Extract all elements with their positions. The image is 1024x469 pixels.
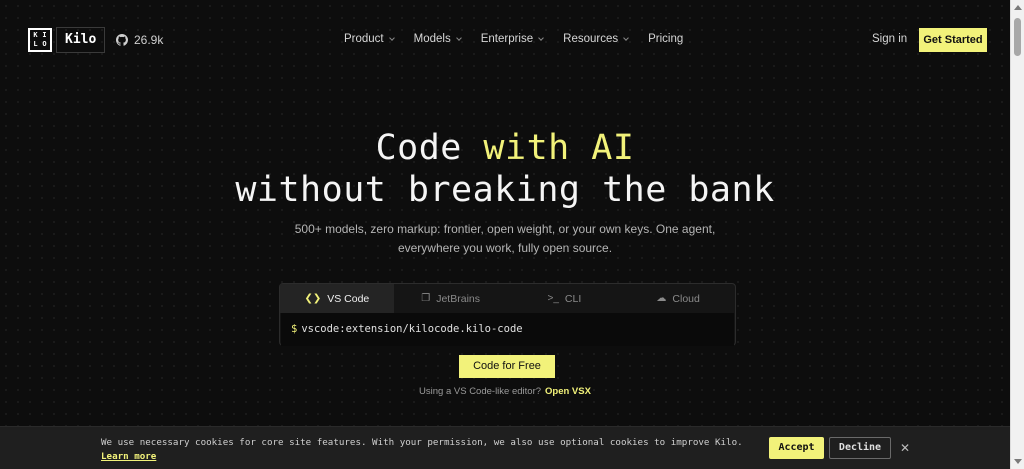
- scroll-down-arrow-icon[interactable]: [1014, 459, 1022, 464]
- tab-vscode[interactable]: ❮❯ VS Code: [280, 284, 394, 313]
- tab-cli[interactable]: >_ CLI: [508, 284, 622, 313]
- hero-title-line-1: Code with AI: [375, 128, 635, 168]
- chevron-down-icon: [623, 34, 629, 41]
- kilo-logo[interactable]: K I L O Kilo: [28, 27, 106, 53]
- nav-item-pricing[interactable]: Pricing: [648, 33, 683, 45]
- site-header: K I L O Kilo 26.9k Product Models Enterp…: [0, 0, 1010, 80]
- cookie-message: We use necessary cookies for core site f…: [101, 437, 743, 462]
- learn-more-link[interactable]: Learn more: [101, 451, 156, 462]
- get-started-button[interactable]: Get Started: [919, 28, 987, 52]
- scroll-up-arrow-icon[interactable]: [1014, 5, 1022, 10]
- github-stars-count: 26.9k: [134, 33, 164, 47]
- install-tabs: ❮❯ VS Code ❐ JetBrains >_ CLI ☁ Cloud: [280, 284, 735, 313]
- nav-item-product[interactable]: Product: [344, 33, 395, 45]
- chevron-down-icon: [538, 34, 544, 41]
- install-box: ❮❯ VS Code ❐ JetBrains >_ CLI ☁ Cloud $ v…: [279, 283, 736, 346]
- hero-title-line-2: without breaking the bank: [235, 170, 775, 210]
- open-vsx-note: Using a VS Code-like editor? Open VSX: [419, 386, 591, 397]
- main-nav: Product Models Enterprise Resources Pric…: [344, 33, 703, 45]
- sign-in-link[interactable]: Sign in: [872, 33, 907, 45]
- page: K I L O Kilo 26.9k Product Models Enterp…: [0, 0, 1010, 469]
- close-icon[interactable]: ✕: [900, 441, 910, 455]
- github-icon: [116, 34, 128, 46]
- open-vsx-link[interactable]: Open VSX: [545, 386, 591, 397]
- accept-cookies-button[interactable]: Accept: [769, 437, 824, 459]
- nav-item-resources[interactable]: Resources: [563, 33, 629, 45]
- decline-cookies-button[interactable]: Decline: [829, 437, 891, 459]
- logo-wordmark: Kilo: [56, 27, 106, 53]
- terminal-icon: >_: [547, 293, 559, 304]
- jetbrains-icon: ❐: [421, 293, 431, 304]
- tab-jetbrains[interactable]: ❐ JetBrains: [394, 284, 508, 313]
- cookie-banner: We use necessary cookies for core site f…: [0, 426, 1010, 469]
- chevron-down-icon: [388, 34, 395, 41]
- vscode-icon: ❮❯: [304, 293, 322, 304]
- install-command[interactable]: $ vscode:extension/kilocode.kilo-code: [281, 313, 734, 346]
- code-for-free-button[interactable]: Code for Free: [459, 355, 555, 378]
- scrollbar-thumb[interactable]: [1014, 18, 1021, 56]
- cloud-icon: ☁: [656, 293, 667, 304]
- hero-title-accent: with AI: [483, 128, 635, 168]
- logo-mark-icon: K I L O: [28, 28, 52, 52]
- tab-cloud[interactable]: ☁ Cloud: [621, 284, 735, 313]
- github-stars-link[interactable]: 26.9k: [116, 33, 163, 47]
- command-text: vscode:extension/kilocode.kilo-code: [301, 323, 523, 335]
- scrollbar[interactable]: [1010, 0, 1024, 469]
- hero-subtitle: 500+ models, zero markup: frontier, open…: [294, 222, 716, 255]
- nav-item-models[interactable]: Models: [414, 33, 462, 45]
- nav-item-enterprise[interactable]: Enterprise: [481, 33, 544, 45]
- prompt-symbol: $: [291, 323, 298, 335]
- chevron-down-icon: [455, 34, 462, 41]
